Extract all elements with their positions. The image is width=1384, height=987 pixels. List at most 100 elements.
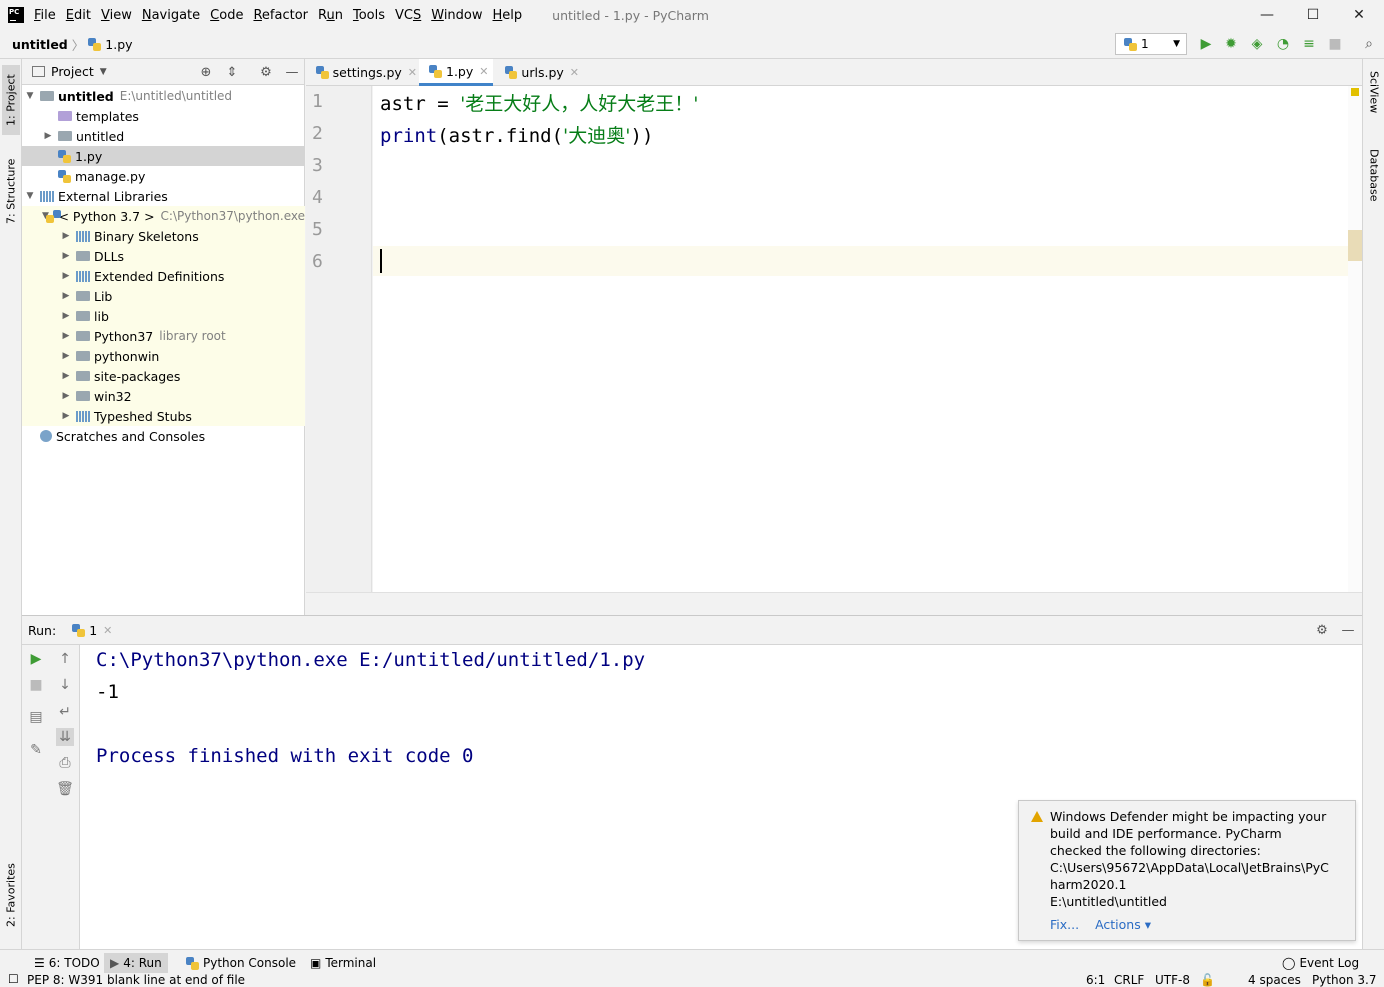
minimize-button[interactable]: — (1244, 0, 1290, 30)
print-icon[interactable]: ⎙ (56, 754, 74, 772)
tree-item[interactable]: ▼ External Libraries (22, 186, 305, 206)
indent-setting[interactable]: 4 spaces (1248, 973, 1301, 987)
lock-icon[interactable]: 🔓 (1200, 973, 1215, 987)
menu-item[interactable]: VCS (395, 8, 421, 23)
chevron-right-icon[interactable]: ▶ (60, 411, 72, 421)
locate-icon[interactable]: ⊕ (198, 64, 214, 80)
tree-item[interactable]: ▶ Lib (22, 286, 305, 306)
gear-icon[interactable]: ⚙ (1314, 622, 1330, 638)
database-tool-tab[interactable]: Database (1366, 149, 1382, 215)
close-tab-icon[interactable]: ✕ (570, 66, 579, 79)
chevron-right-icon[interactable]: ▶ (60, 231, 72, 241)
search-icon[interactable]: ⌕ (1360, 35, 1378, 53)
python-console-button[interactable]: Python Console (180, 953, 302, 973)
tree-item[interactable]: ▶ site-packages (22, 366, 305, 386)
code-editor[interactable]: astr = '老王大好人，人好大老王！' print(astr.find('大… (373, 86, 1362, 592)
warning-marker-icon[interactable] (1351, 88, 1359, 96)
close-tab-icon[interactable]: ✕ (103, 624, 112, 637)
hide-icon[interactable]: — (284, 64, 300, 80)
hide-icon[interactable]: — (1340, 622, 1356, 638)
breadcrumb-project[interactable]: untitled (12, 37, 68, 52)
favorites-tool-tab[interactable]: 2: Favorites (2, 855, 20, 935)
run-tool-button[interactable]: ▶ 4: Run (104, 953, 168, 973)
chevron-right-icon[interactable]: ▶ (60, 371, 72, 381)
close-button[interactable]: ✕ (1336, 0, 1382, 30)
chevron-down-icon[interactable]: ▼ (24, 91, 36, 101)
code-line-1[interactable]: astr = '老王大好人，人好大老王！' (380, 89, 699, 116)
tab-1-py[interactable]: 1.py ✕ (419, 59, 493, 86)
chevron-right-icon[interactable]: ▶ (60, 311, 72, 321)
chevron-right-icon[interactable]: ▶ (60, 351, 72, 361)
todo-tool-button[interactable]: ☰ 6: TODO (28, 953, 106, 973)
tree-item[interactable]: ▶ untitled (22, 126, 305, 146)
chevron-right-icon[interactable]: ▶ (60, 251, 72, 261)
tree-item[interactable]: ▶ DLLs (22, 246, 305, 266)
layout-icon[interactable]: ▤ (27, 708, 45, 726)
rerun-icon[interactable]: ▶ (27, 650, 45, 668)
file-encoding[interactable]: UTF-8 (1155, 973, 1190, 987)
interpreter-setting[interactable]: Python 3.7 (1312, 973, 1377, 987)
menu-item[interactable]: Tools (353, 8, 385, 23)
tab-urls-py[interactable]: urls.py ✕ (495, 59, 579, 86)
terminal-tool-button[interactable]: ▣ Terminal (304, 953, 382, 973)
run-configuration-select[interactable]: 1 ▼ (1115, 33, 1187, 55)
coverage-icon[interactable]: ◈ (1248, 35, 1266, 53)
menu-item[interactable]: Help (493, 8, 523, 23)
line-separator[interactable]: CRLF (1114, 973, 1144, 987)
caret-position[interactable]: 6:1 (1086, 973, 1105, 987)
tree-item[interactable]: manage.py (22, 166, 305, 186)
pin-icon[interactable]: ✎ (27, 741, 45, 759)
tree-item[interactable]: ▶ Extended Definitions (22, 266, 305, 286)
error-stripe[interactable] (1348, 86, 1362, 592)
stop-icon[interactable]: ■ (1326, 35, 1344, 53)
code-line-2[interactable]: print(astr.find('大迪奥')) (380, 121, 653, 148)
trash-icon[interactable]: 🗑 (56, 780, 74, 798)
tree-item[interactable]: ▶ lib (22, 306, 305, 326)
arrow-up-icon[interactable]: ↑ (56, 650, 74, 668)
tree-item[interactable]: 1.py (22, 146, 305, 166)
run-icon[interactable]: ▶ (1197, 35, 1215, 53)
project-tool-tab[interactable]: 1: Project (2, 65, 20, 135)
maximize-button[interactable]: ☐ (1290, 0, 1336, 30)
gear-icon[interactable]: ⚙ (258, 64, 274, 80)
tree-item[interactable]: ▼ < Python 3.7 > C:\Python37\python.exe (22, 206, 305, 226)
menu-item[interactable]: Window (431, 8, 482, 23)
chevron-right-icon[interactable]: ▶ (60, 331, 72, 341)
menu-item[interactable]: Refactor (253, 8, 308, 23)
close-tab-icon[interactable]: ✕ (479, 65, 488, 78)
chevron-down-icon[interactable]: ▼ (100, 67, 107, 77)
tree-item[interactable]: ▶ Python37 library root (22, 326, 305, 346)
chevron-down-icon[interactable]: ▼ (24, 191, 36, 201)
actions-link[interactable]: Actions ▾ (1095, 917, 1151, 932)
status-message[interactable]: PEP 8: W391 blank line at end of file (27, 973, 245, 987)
arrow-down-icon[interactable]: ↓ (56, 676, 74, 694)
chevron-right-icon[interactable]: ▶ (42, 131, 54, 141)
close-tab-icon[interactable]: ✕ (408, 66, 417, 79)
tree-item[interactable]: ▶ Binary Skeletons (22, 226, 305, 246)
checkbox-icon[interactable]: ☐ (8, 973, 19, 986)
structure-tool-tab[interactable]: 7: Structure (2, 151, 20, 231)
chevron-right-icon[interactable]: ▶ (60, 271, 72, 281)
debug-icon[interactable]: ✹ (1222, 35, 1240, 53)
scroll-thumb[interactable] (1348, 230, 1362, 261)
chevron-right-icon[interactable]: ▶ (60, 291, 72, 301)
run-tab[interactable]: 1 ✕ (72, 623, 112, 638)
menu-item[interactable]: Code (210, 8, 243, 23)
tree-item[interactable]: Scratches and Consoles (22, 426, 305, 446)
tree-item[interactable]: ▶ pythonwin (22, 346, 305, 366)
soft-wrap-icon[interactable]: ↵ (56, 703, 74, 721)
scroll-to-end-icon[interactable]: ⇊ (56, 728, 74, 746)
tab-settings-py[interactable]: settings.py ✕ (306, 59, 417, 86)
menu-item[interactable]: View (101, 8, 132, 23)
tree-item[interactable]: ▼ untitled E:\untitled\untitled (22, 86, 305, 106)
menu-item[interactable]: Edit (66, 8, 91, 23)
menu-item[interactable]: Navigate (142, 8, 200, 23)
project-view-select[interactable]: Project (51, 64, 94, 79)
menu-item[interactable]: File (34, 8, 56, 23)
sciview-tool-tab[interactable]: SciView (1366, 71, 1382, 131)
tree-item[interactable]: ▶ Typeshed Stubs (22, 406, 305, 426)
stop-icon[interactable]: ■ (27, 676, 45, 694)
collapse-all-icon[interactable]: ⇕ (224, 64, 240, 80)
menu-item[interactable]: Run (318, 8, 343, 23)
chevron-right-icon[interactable]: ▶ (60, 391, 72, 401)
